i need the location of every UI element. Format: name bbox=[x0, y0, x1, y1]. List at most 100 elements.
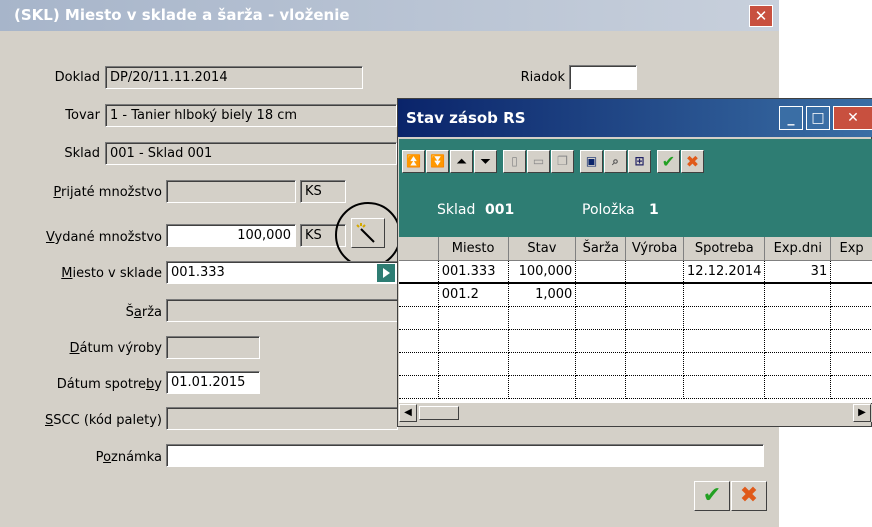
stock-table: Miesto Stav Šarža Výroba Spotreba Exp.dn… bbox=[399, 237, 872, 399]
sarza-label-rest: rža bbox=[141, 305, 162, 320]
tovar-field[interactable]: 1 - Tanier hlboký biely 18 cm bbox=[105, 104, 397, 127]
column-header[interactable]: Miesto bbox=[438, 237, 509, 261]
cell-sarza[interactable] bbox=[575, 283, 627, 307]
sscc-label: SSCC (kód palety) bbox=[10, 409, 162, 432]
cell-expdni[interactable] bbox=[764, 283, 832, 307]
miesto-label-accel: M bbox=[61, 266, 73, 281]
column-header[interactable]: Exp bbox=[830, 237, 872, 261]
riadok-field[interactable] bbox=[569, 65, 637, 90]
poznamka-label: Poznámka bbox=[10, 446, 162, 469]
last-record-button[interactable]: ⏬ bbox=[426, 150, 449, 173]
cell-spotreba[interactable]: 12.12.2014 bbox=[683, 260, 766, 284]
info-sklad-value: 001 bbox=[485, 202, 515, 218]
doklad-field[interactable]: DP/20/11.11.2014 bbox=[105, 66, 363, 89]
column-header[interactable]: Exp.dni bbox=[764, 237, 832, 261]
datum-spotreby-field[interactable]: 01.01.2015 bbox=[166, 371, 260, 394]
prijate-unit: KS bbox=[300, 180, 346, 203]
row-header[interactable] bbox=[399, 283, 439, 307]
sscc-field[interactable] bbox=[166, 407, 398, 430]
new-document-button[interactable]: ▯ bbox=[503, 150, 526, 173]
cell-vyroba[interactable] bbox=[625, 283, 685, 307]
monitor-icon: ▣ bbox=[585, 154, 598, 168]
sklad-field[interactable]: 001 - Sklad 001 bbox=[105, 142, 397, 165]
ok-button[interactable]: ✔ bbox=[694, 481, 730, 511]
sscc-label-rest: SCC (kód palety) bbox=[53, 413, 162, 428]
vydane-field[interactable]: 100,000 bbox=[166, 224, 296, 247]
cancel-button[interactable]: ✖ bbox=[731, 481, 767, 511]
row-header-corner bbox=[399, 237, 439, 261]
print-preview-button[interactable]: ⌕ bbox=[604, 150, 627, 173]
main-dialog-title: (SKL) Miesto v sklade a šarža - vloženie bbox=[0, 0, 779, 31]
grid-settings-button[interactable]: ⊞ bbox=[628, 150, 651, 173]
miesto-field[interactable]: 001.333 bbox=[166, 261, 398, 284]
popup-cancel-button[interactable]: ✖ bbox=[681, 150, 704, 173]
cancel-icon: ✖ bbox=[685, 152, 700, 171]
cell-miesto[interactable]: 001.2 bbox=[438, 283, 509, 307]
cell-exp[interactable] bbox=[830, 283, 872, 307]
column-header[interactable]: Spotreba bbox=[683, 237, 766, 261]
cell-vyroba[interactable] bbox=[625, 260, 685, 284]
sarza-label-pre: Š bbox=[125, 305, 134, 320]
row-header[interactable] bbox=[399, 260, 439, 284]
poznamka-label-rest: známka bbox=[111, 450, 162, 465]
cancel-x-icon: ✖ bbox=[739, 483, 759, 508]
vydane-label: Vydané množstvo bbox=[10, 226, 162, 249]
new-document-icon: ▯ bbox=[511, 154, 518, 168]
sarza-field[interactable] bbox=[166, 299, 398, 322]
first-record-button[interactable]: ⏫ bbox=[402, 150, 425, 173]
cell-exp[interactable] bbox=[830, 260, 872, 284]
up-to-top-icon: ⏶ bbox=[456, 154, 467, 168]
table-row-empty[interactable] bbox=[399, 306, 872, 330]
ok-check-icon: ✔ bbox=[702, 483, 722, 508]
popup-close-button[interactable]: ✕ bbox=[833, 106, 872, 130]
datum-vyroby-field[interactable] bbox=[166, 336, 260, 359]
table-row-empty[interactable] bbox=[399, 329, 872, 353]
popup-maximize-button[interactable]: □ bbox=[806, 106, 830, 130]
cell-miesto[interactable]: 001.333 bbox=[438, 260, 509, 284]
cell-stav[interactable]: 100,000 bbox=[508, 260, 577, 284]
stock-popup: Stav zásob RS _ □ ✕ ⏫ ⏬ ⏶ ⏷ ▯ ▭ ❐ ▣ ⌕ ⊞ … bbox=[397, 98, 872, 427]
grid-icon: ⊞ bbox=[634, 154, 645, 168]
highlight-circle bbox=[335, 202, 401, 268]
copy-button[interactable]: ❐ bbox=[551, 150, 574, 173]
double-down-arrow-icon: ⏬ bbox=[430, 154, 445, 168]
cell-spotreba[interactable] bbox=[683, 283, 766, 307]
popup-ok-button[interactable]: ✔ bbox=[657, 150, 680, 173]
column-header[interactable]: Stav bbox=[508, 237, 577, 261]
open-folder-icon: ▭ bbox=[532, 154, 545, 168]
scroll-left-button[interactable]: ◀ bbox=[399, 404, 417, 422]
move-bottom-button[interactable]: ⏷ bbox=[474, 150, 497, 173]
down-to-bottom-icon: ⏷ bbox=[480, 154, 491, 168]
info-sklad-label: Sklad bbox=[437, 202, 476, 218]
prijate-label: Prijaté množstvo bbox=[10, 181, 162, 204]
prijate-label-accel: P bbox=[53, 185, 62, 200]
scroll-thumb[interactable] bbox=[419, 406, 459, 420]
vydane-label-rest: ydané množstvo bbox=[54, 230, 162, 245]
column-header[interactable]: Šarža bbox=[575, 237, 627, 261]
cell-sarza[interactable] bbox=[575, 260, 627, 284]
scroll-right-button[interactable]: ▶ bbox=[853, 404, 871, 422]
table-row-empty[interactable] bbox=[399, 352, 872, 376]
sarza-label-accel: a bbox=[133, 305, 142, 320]
table-row[interactable]: 001.2 1,000 bbox=[399, 283, 872, 307]
main-close-button[interactable]: ✕ bbox=[749, 5, 773, 27]
table-row-empty[interactable] bbox=[399, 375, 872, 399]
miesto-lookup-button[interactable] bbox=[377, 264, 395, 282]
datum-vyroby-label-rest: átum výroby bbox=[79, 341, 162, 356]
cell-stav[interactable]: 1,000 bbox=[508, 283, 577, 307]
poznamka-field[interactable] bbox=[166, 444, 764, 467]
column-header[interactable]: Výroba bbox=[625, 237, 685, 261]
monitor-button[interactable]: ▣ bbox=[580, 150, 603, 173]
move-top-button[interactable]: ⏶ bbox=[450, 150, 473, 173]
table-row[interactable]: 001.333 100,000 12.12.2014 31 bbox=[399, 260, 872, 284]
horizontal-scrollbar[interactable]: ◀ ▶ bbox=[399, 404, 872, 422]
popup-minimize-button[interactable]: _ bbox=[779, 106, 803, 130]
prijate-field[interactable] bbox=[166, 180, 296, 203]
miesto-label: Miesto v sklade bbox=[10, 262, 162, 285]
play-arrow-icon bbox=[383, 268, 390, 278]
open-folder-button[interactable]: ▭ bbox=[527, 150, 550, 173]
cell-expdni[interactable]: 31 bbox=[764, 260, 832, 284]
datum-vyroby-label: Dátum výroby bbox=[10, 337, 162, 360]
doklad-label: Doklad bbox=[54, 70, 100, 85]
poznamka-label-accel: o bbox=[103, 450, 112, 465]
